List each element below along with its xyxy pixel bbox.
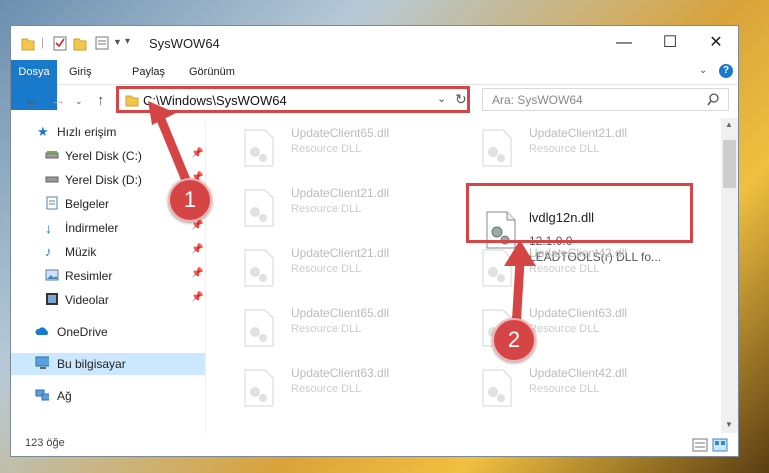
- pin-icon[interactable]: 📌: [191, 268, 203, 279]
- properties-icon[interactable]: [53, 35, 67, 51]
- sidebar-item-label: Yerel Disk (D:): [65, 173, 142, 187]
- details-view-icon[interactable]: [692, 438, 708, 452]
- vertical-scrollbar[interactable]: ▲ ▼: [721, 118, 738, 433]
- download-icon: ↓: [45, 220, 52, 236]
- large-icons-view-icon[interactable]: [712, 438, 728, 452]
- pin-icon[interactable]: 📌: [191, 292, 203, 303]
- file-name: UpdateClient65.dll: [291, 306, 390, 320]
- scrollbar-thumb[interactable]: [723, 140, 736, 188]
- sidebar-item-music[interactable]: ♪ Müzik 📌: [11, 241, 205, 263]
- file-name: UpdateClient42.dll: [529, 366, 628, 380]
- recent-locations-icon[interactable]: ⌄: [75, 96, 83, 107]
- sidebar-item-network[interactable]: Ağ: [11, 385, 205, 407]
- cloud-icon: [35, 327, 48, 335]
- file-type: Resource DLL: [291, 383, 362, 395]
- step-badge-2: 2: [492, 318, 536, 362]
- dll-file-icon: [482, 129, 512, 167]
- drive-icon: [45, 176, 59, 183]
- window-title: SysWOW64: [149, 36, 220, 51]
- file-type: Resource DLL: [529, 383, 600, 395]
- quick-access-dropdown-icon[interactable]: ▾: [125, 36, 130, 52]
- separator: |: [41, 35, 45, 49]
- computer-icon: [35, 356, 49, 369]
- network-icon: [35, 389, 49, 401]
- minimize-button[interactable]: —: [601, 26, 647, 60]
- pin-icon[interactable]: 📌: [191, 244, 203, 255]
- sidebar-item-label: Belgeler: [65, 197, 110, 211]
- file-item[interactable]: UpdateClient42.dll Resource DLL: [469, 358, 699, 408]
- file-item[interactable]: UpdateClient21.dll Resource DLL: [231, 238, 461, 288]
- dll-file-icon: [244, 309, 274, 347]
- new-folder-icon[interactable]: [73, 35, 87, 51]
- file-item[interactable]: UpdateClient21.dll Resource DLL: [469, 118, 699, 168]
- pictures-icon: [45, 269, 59, 281]
- file-type: Resource DLL: [291, 263, 362, 275]
- file-highlight-box: [466, 183, 693, 243]
- maximize-button[interactable]: ☐: [647, 26, 693, 60]
- dll-file-icon: [244, 369, 274, 407]
- document-icon: [46, 196, 58, 210]
- drive-icon: [45, 151, 59, 159]
- dll-file-icon: [244, 249, 274, 287]
- back-arrow-icon[interactable]: ←: [24, 92, 39, 109]
- tab-giris[interactable]: Giriş: [69, 60, 92, 84]
- file-name: UpdateClient63.dll: [291, 366, 390, 380]
- tab-paylas[interactable]: Paylaş: [132, 60, 165, 84]
- file-name: UpdateClient21.dll: [529, 126, 628, 140]
- file-type: Resource DLL: [291, 203, 362, 215]
- music-icon: ♪: [45, 244, 52, 259]
- sidebar-item-this-pc[interactable]: Bu bilgisayar: [11, 353, 205, 375]
- file-name: UpdateClient21.dll: [291, 246, 390, 260]
- maximize-icon: ☐: [662, 34, 678, 51]
- sidebar-item-label: Videolar: [65, 293, 109, 307]
- sidebar-item-label: Yerel Disk (C:): [65, 149, 142, 163]
- search-box[interactable]: Ara: SysWOW64: [482, 88, 729, 111]
- sidebar-item-label: İndirmeler: [65, 221, 119, 235]
- sidebar-item-label: Resimler: [65, 269, 113, 283]
- file-list: UpdateClient65.dll Resource DLL UpdateCl…: [221, 118, 721, 428]
- ribbon: Dosya Giriş Paylaş Görünüm ⌄ ?: [11, 60, 738, 110]
- tab-gorunum[interactable]: Görünüm: [189, 60, 235, 84]
- up-arrow-icon[interactable]: ↑: [97, 92, 105, 109]
- expand-ribbon-icon[interactable]: ⌄: [699, 65, 707, 76]
- forward-arrow-icon[interactable]: →: [51, 92, 66, 109]
- file-item[interactable]: UpdateClient63.dll Resource DLL: [231, 358, 461, 408]
- sidebar-item-label: Bu bilgisayar: [57, 357, 126, 371]
- dll-file-icon: [244, 129, 274, 167]
- close-button[interactable]: ✕: [693, 26, 739, 60]
- file-name: UpdateClient21.dll: [291, 186, 390, 200]
- chevron-down-icon[interactable]: ▼: [113, 37, 122, 53]
- folder-icon[interactable]: [21, 35, 35, 51]
- file-item[interactable]: UpdateClient65.dll Resource DLL: [231, 298, 461, 348]
- sidebar-item-videos[interactable]: Videolar 📌: [11, 289, 205, 311]
- file-type: Resource DLL: [291, 323, 362, 335]
- file-type: Resource DLL: [291, 143, 362, 155]
- sidebar-item-label: Müzik: [65, 245, 97, 259]
- customize-toolbar-icon[interactable]: [95, 35, 109, 51]
- file-item[interactable]: UpdateClient21.dll Resource DLL: [231, 178, 461, 228]
- file-name: UpdateClient65.dll: [291, 126, 390, 140]
- help-icon[interactable]: ?: [719, 64, 733, 78]
- search-icon[interactable]: [707, 93, 720, 106]
- dll-file-icon: [244, 189, 274, 227]
- search-input[interactable]: Ara: SysWOW64: [492, 93, 583, 107]
- sidebar-item-downloads[interactable]: ↓ İndirmeler 📌: [11, 217, 205, 239]
- title-bar: | ▼ ▾ SysWOW64 — ☐ ✕: [11, 26, 738, 60]
- scroll-down-icon[interactable]: ▼: [725, 420, 733, 429]
- sidebar-item-label: Hızlı erişim: [57, 125, 117, 139]
- sidebar-item-label: OneDrive: [57, 325, 108, 339]
- close-icon: ✕: [709, 34, 723, 51]
- file-item[interactable]: UpdateClient65.dll Resource DLL: [231, 118, 461, 168]
- sidebar-item-label: Ağ: [57, 389, 72, 403]
- item-count: 123 öğe: [25, 437, 65, 449]
- scroll-up-icon[interactable]: ▲: [725, 120, 733, 129]
- sidebar-item-pictures[interactable]: Resimler 📌: [11, 265, 205, 287]
- video-icon: [46, 293, 58, 305]
- file-type: Resource DLL: [529, 143, 600, 155]
- step-badge-1: 1: [168, 178, 212, 222]
- dll-file-icon: [482, 369, 512, 407]
- minimize-icon: —: [616, 34, 632, 51]
- star-icon: ★: [37, 124, 49, 139]
- sidebar-item-onedrive[interactable]: OneDrive: [11, 321, 205, 343]
